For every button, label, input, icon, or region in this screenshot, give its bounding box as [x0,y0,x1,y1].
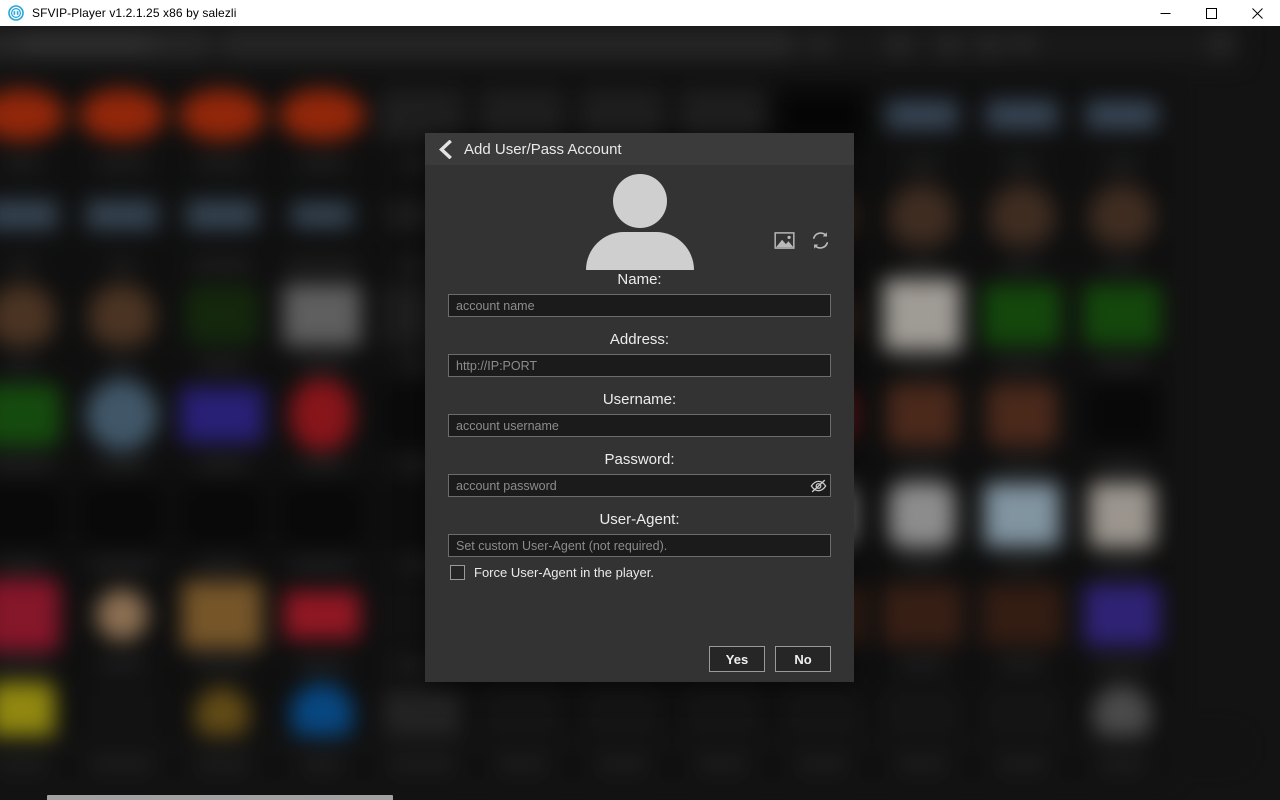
field-label-name: Name: [617,271,662,288]
dialog-body: Name: Address: Username: Password: [425,165,854,580]
field-wrap-username [448,414,831,437]
user-avatar-icon [585,174,694,270]
force-user-agent-row[interactable]: Force User-Agent in the player. [450,565,831,580]
user-agent-input[interactable] [448,534,831,557]
app-logo-icon [8,5,24,21]
field-name: Name: [448,271,831,317]
force-user-agent-checkbox[interactable] [450,565,465,580]
field-user-agent: User-Agent: [448,511,831,557]
field-wrap-address [448,354,831,377]
field-label-address: Address: [609,331,670,348]
confirm-button[interactable]: Yes [709,646,765,672]
close-icon[interactable] [1234,0,1280,26]
window-titlebar: SFVIP-Player v1.2.1.25 x86 by salezli [0,0,1280,26]
image-picker-icon[interactable] [773,229,795,251]
add-account-dialog: Add User/Pass Account Name: account name… [425,133,854,682]
field-wrap-user-agent [448,534,831,557]
field-username: Username: [448,391,831,437]
field-address: Address: [448,331,831,377]
window-title: SFVIP-Player v1.2.1.25 x86 by salezli [32,6,237,20]
address-input[interactable] [448,354,831,377]
minimize-icon[interactable] [1142,0,1188,26]
field-wrap-name [448,294,831,317]
field-label-username: Username: [602,391,677,408]
chevron-left-icon[interactable] [431,136,457,162]
refresh-icon[interactable] [809,229,831,251]
avatar-head [612,174,667,228]
dialog-footer: Yes No [709,646,831,672]
field-label-user-agent: User-Agent: [599,511,680,528]
dialog-header: Add User/Pass Account [425,133,854,165]
force-user-agent-label: Force User-Agent in the player. [474,565,654,580]
maximize-icon[interactable] [1188,0,1234,26]
cancel-button[interactable]: No [775,646,831,672]
eye-off-icon[interactable] [808,476,828,495]
field-wrap-password [448,474,831,497]
field-label-password: Password: [604,451,675,468]
field-password: Password: [448,451,831,497]
avatar-row [448,165,831,271]
name-input[interactable] [448,294,831,317]
avatar-body [585,232,694,270]
password-input[interactable] [448,474,831,497]
dialog-title: Add User/Pass Account [464,140,622,158]
username-input[interactable] [448,414,831,437]
avatar-actions [773,229,831,251]
